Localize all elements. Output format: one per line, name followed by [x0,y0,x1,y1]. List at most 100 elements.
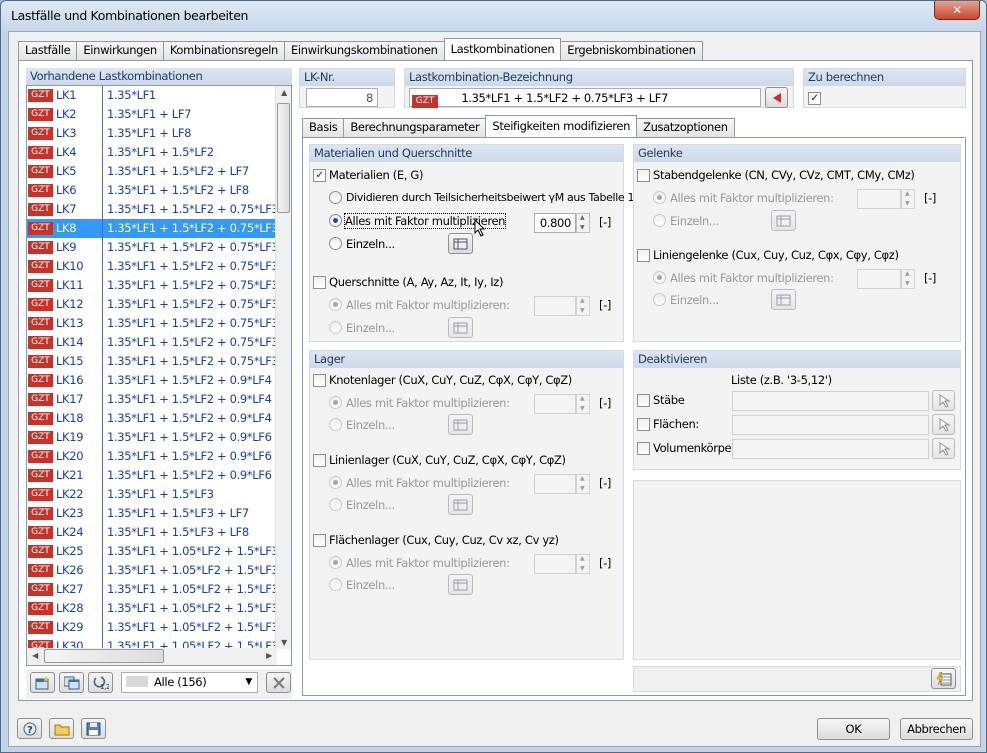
tab-kombinationsregeln[interactable]: Kombinationsregeln [162,41,285,60]
help-button[interactable]: ? [17,718,42,739]
list-item[interactable]: GZTLK21 1.35*LF1 + 1.5*LF2 + 0.9*LF6 + LF… [27,466,277,485]
multiply-radio[interactable] [329,214,342,227]
tab-basis[interactable]: Basis [302,118,345,137]
flaechenlager-checkbox[interactable] [313,534,326,547]
list-item[interactable]: GZT LK25 1.35*LF1 + 1.05*LF2 + 1.5*LF3 [27,542,277,561]
linie-einzeln-radio[interactable] [653,293,666,306]
linienlager-factor-input[interactable] [534,474,576,494]
material-factor-input[interactable]: 0.800 [534,213,576,233]
list-item[interactable]: GZTLK10 1.35*LF1 + 1.5*LF2 + 0.75*LF3 + 0… [27,257,277,276]
list-item[interactable]: GZTLK27 1.35*LF1 + 1.05*LF2 + 1.5*LF3 + L… [27,580,277,599]
material-einzeln-radio[interactable] [329,237,342,250]
material-factor-spinner[interactable] [576,213,590,233]
list-item[interactable]: GZT LK4 1.35*LF1 + 1.5*LF2 [27,143,277,162]
stab-einzeln-button[interactable] [771,210,796,231]
linienlager-einzeln-button[interactable] [448,494,473,515]
qs-factor-spinner[interactable] [576,296,590,316]
materialien-checkbox[interactable]: ✓ [313,169,326,182]
tab-steifigkeiten-modifizieren[interactable]: Steifigkeiten modifizieren [485,115,638,137]
ok-button[interactable]: OK [817,718,890,740]
linie-factor-spinner[interactable] [901,269,915,289]
list-item[interactable]: GZT LK5 1.35*LF1 + 1.5*LF2 + LF7 [27,162,277,181]
querschnitte-checkbox[interactable] [313,276,326,289]
zu-berechnen-checkbox[interactable]: ✓ [808,92,821,105]
linienlager-multiply-radio[interactable] [329,476,342,489]
knoten-multiply-radio[interactable] [329,396,342,409]
stabendgelenke-checkbox[interactable] [637,169,650,182]
linienlager-checkbox[interactable] [313,454,326,467]
staebe-input[interactable] [732,391,929,411]
material-einzeln-button[interactable] [448,233,473,254]
renumber-button[interactable]: 1,2 [88,672,113,693]
linienlager-factor-spinner[interactable] [576,474,590,494]
list-item[interactable]: GZT LK16 1.35*LF1 + 1.5*LF2 + 0.9*LF4 [27,371,277,390]
linienlager-einzeln-radio[interactable] [329,498,342,511]
flaechen-pick-button[interactable] [932,414,955,435]
cancel-button[interactable]: Abbrechen [900,718,973,740]
stab-factor-input[interactable] [857,189,901,209]
volumen-input[interactable] [732,439,929,459]
linie-einzeln-button[interactable] [771,289,796,310]
list-item[interactable]: GZT LK24 1.35*LF1 + 1.5*LF3 + LF8 [27,523,277,542]
list-vertical-scrollbar[interactable]: ▲ ▼ [275,86,291,649]
list-item[interactable]: GZTLK20 1.35*LF1 + 1.5*LF2 + 0.9*LF6 + LF… [27,447,277,466]
list-item[interactable]: GZTLK13 1.35*LF1 + 1.5*LF2 + 0.75*LF3 + 0… [27,314,277,333]
qs-einzeln-radio[interactable] [329,321,342,334]
bezeichnung-input[interactable]: GZT 1.35*LF1 + 1.5*LF2 + 0.75*LF3 + LF7 [409,88,761,108]
qs-factor-input[interactable] [534,296,576,316]
list-item[interactable]: GZT LK19 1.35*LF1 + 1.5*LF2 + 0.9*LF6 [27,428,277,447]
list-item[interactable]: GZTLK26 1.35*LF1 + 1.05*LF2 + 1.5*LF3 + L… [27,561,277,580]
open-button[interactable] [49,718,74,739]
flaechen-checkbox[interactable] [637,418,650,431]
list-item[interactable]: GZT LK3 1.35*LF1 + LF8 [27,124,277,143]
linie-multiply-radio[interactable] [653,271,666,284]
flaechenlager-einzeln-radio[interactable] [329,578,342,591]
lk-nr-input[interactable]: 8 [306,88,378,107]
list-item[interactable]: GZTLK9 1.35*LF1 + 1.5*LF2 + 0.75*LF3 + LF… [27,238,277,257]
stab-einzeln-radio[interactable] [653,214,666,227]
list-item[interactable]: GZT LK6 1.35*LF1 + 1.5*LF2 + LF8 [27,181,277,200]
knotenlager-checkbox[interactable] [313,374,326,387]
list-item[interactable]: GZTLK8 1.35*LF1 + 1.5*LF2 + 0.75*LF3 + LF… [27,219,277,238]
list-item[interactable]: GZTLK28 1.35*LF1 + 1.05*LF2 + 1.5*LF3 + 0… [27,599,277,618]
filter-dropdown[interactable]: Alle (156) ▼ [121,672,258,693]
tab-lastfaelle[interactable]: Lastfälle [18,41,78,60]
list-item[interactable]: GZT LK22 1.35*LF1 + 1.5*LF3 [27,485,277,504]
knoten-einzeln-button[interactable] [448,414,473,435]
pick-combination-button[interactable] [765,87,788,108]
save-button[interactable] [81,718,106,739]
qs-multiply-radio[interactable] [329,298,342,311]
list-item[interactable]: GZTLK14 1.35*LF1 + 1.5*LF2 + 0.75*LF3 + 0… [27,333,277,352]
flaechen-input[interactable] [732,415,929,435]
delete-button[interactable] [266,672,291,693]
tab-einwirkungen[interactable]: Einwirkungen [76,41,164,60]
list-item[interactable]: GZT LK7 1.35*LF1 + 1.5*LF2 + 0.75*LF3 [27,200,277,219]
liniengelenke-checkbox[interactable] [637,249,650,262]
tab-berechnungsparameter[interactable]: Berechnungsparameter [343,118,487,137]
tab-einwirkungskombinationen[interactable]: Einwirkungskombinationen [283,41,445,60]
volumen-pick-button[interactable] [932,438,955,459]
flaechenlager-factor-spinner[interactable] [576,554,590,574]
info-button[interactable] [931,668,956,689]
list-item[interactable]: GZTLK11 1.35*LF1 + 1.5*LF2 + 0.75*LF3 + 0… [27,276,277,295]
flaechenlager-factor-input[interactable] [534,554,576,574]
tab-zusatzoptionen[interactable]: Zusatzoptionen [636,118,735,137]
knoten-factor-input[interactable] [534,394,576,414]
qs-einzeln-button[interactable] [448,317,473,338]
new-combination-button[interactable] [30,672,55,693]
stab-multiply-radio[interactable] [653,191,666,204]
horizontal-scroll-thumb[interactable] [44,649,164,663]
staebe-checkbox[interactable] [637,394,650,407]
flaechenlager-multiply-radio[interactable] [329,556,342,569]
knoten-einzeln-radio[interactable] [329,418,342,431]
list-item[interactable]: GZT LK2 1.35*LF1 + LF7 [27,105,277,124]
staebe-pick-button[interactable] [932,390,955,411]
list-horizontal-scrollbar[interactable]: ◀ ▶ [27,648,277,665]
flaechenlager-einzeln-button[interactable] [448,574,473,595]
list-item[interactable]: GZT LK23 1.35*LF1 + 1.5*LF3 + LF7 [27,504,277,523]
tab-lastkombinationen[interactable]: Lastkombinationen [443,38,562,60]
tab-ergebniskombinationen[interactable]: Ergebniskombinationen [560,41,703,60]
stab-factor-spinner[interactable] [901,189,915,209]
list-item[interactable]: GZTLK18 1.35*LF1 + 1.5*LF2 + 0.9*LF4 + LF… [27,409,277,428]
divide-radio[interactable] [329,191,342,204]
